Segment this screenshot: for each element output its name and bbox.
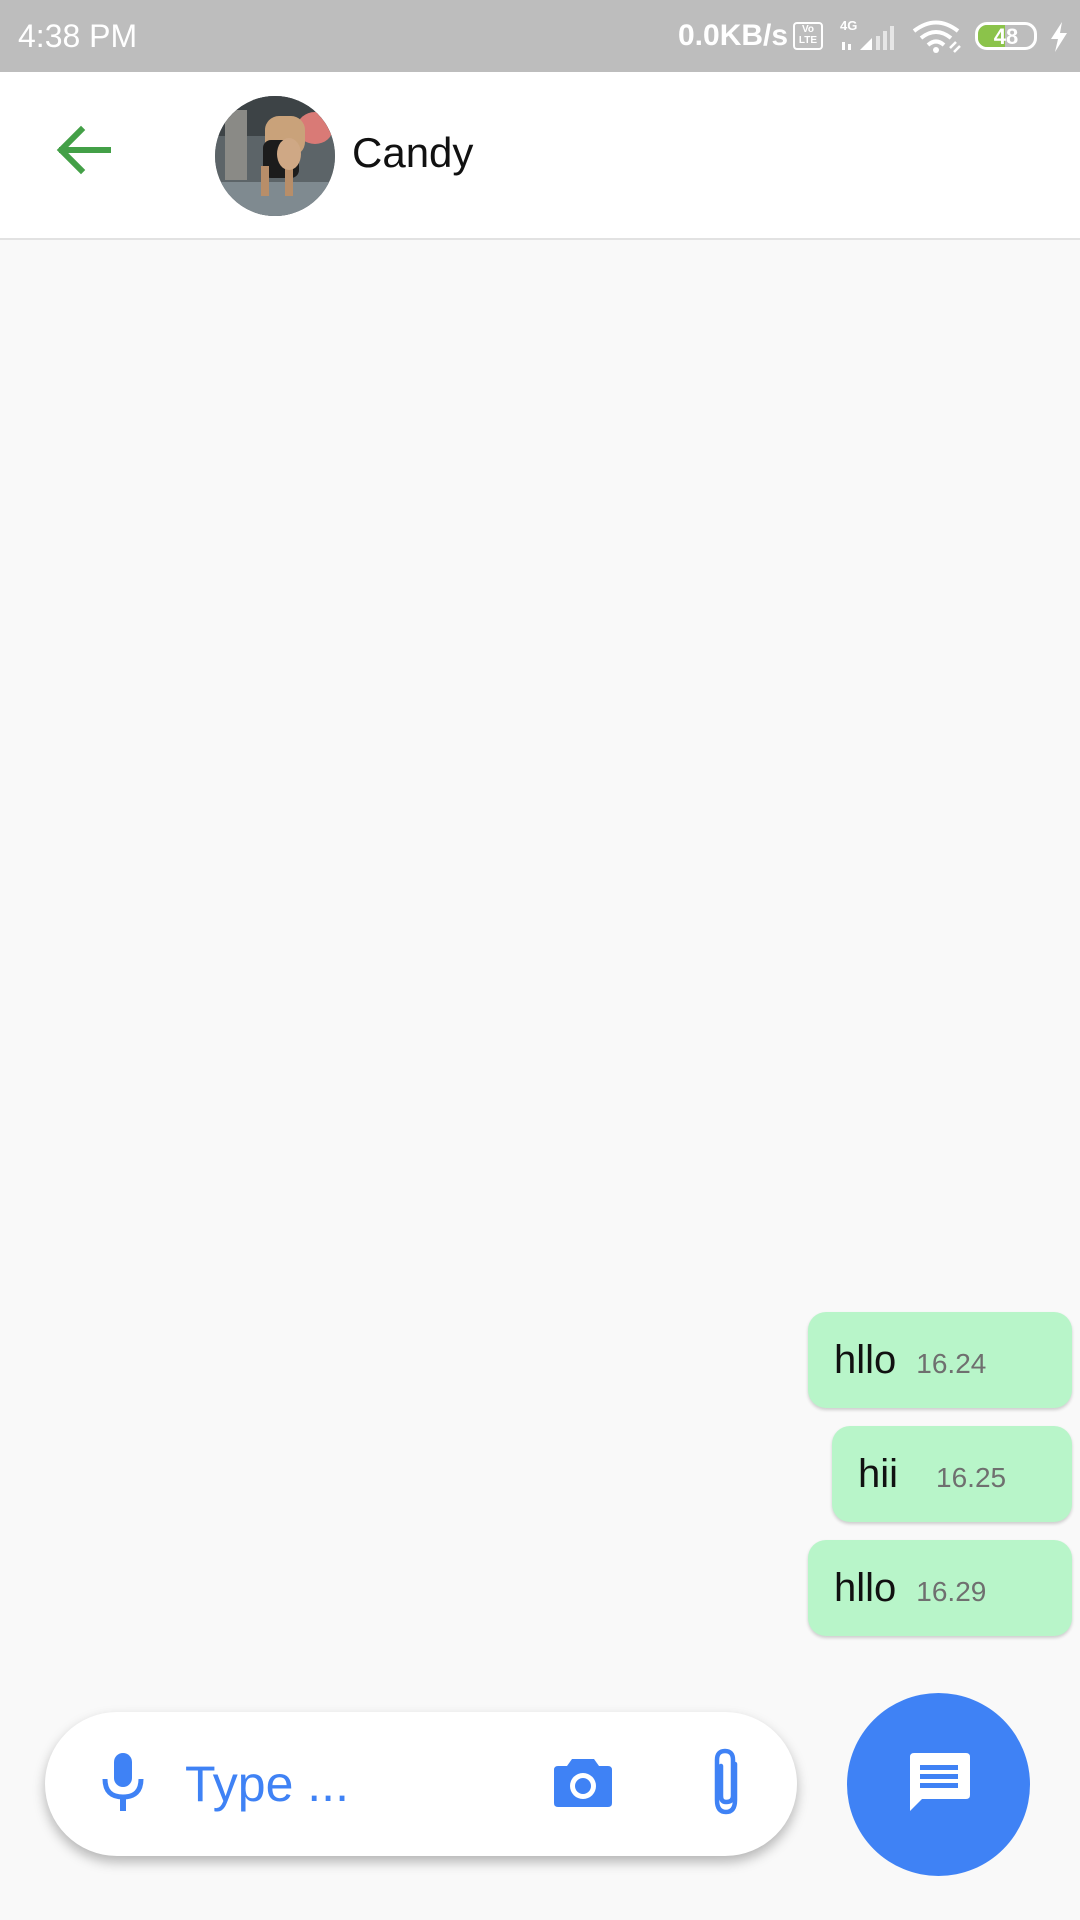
attach-button[interactable] bbox=[691, 1744, 763, 1824]
message-text: hllo bbox=[834, 1337, 897, 1382]
message-composer bbox=[45, 1712, 797, 1856]
message-bubble[interactable]: hllo 16.29 bbox=[808, 1540, 1072, 1636]
battery-level: 48 bbox=[993, 24, 1019, 49]
message-time: 16.25 bbox=[936, 1462, 1007, 1493]
network-speed: 0.0KB/s bbox=[678, 19, 789, 52]
paperclip-icon bbox=[707, 1746, 747, 1823]
chat-header: Candy bbox=[0, 72, 1080, 240]
wifi-icon bbox=[912, 20, 964, 59]
message-time: 16.29 bbox=[916, 1576, 987, 1607]
status-time: 4:38 PM bbox=[18, 18, 138, 54]
message-time: 16.24 bbox=[916, 1348, 987, 1379]
message-bubble[interactable]: hii 16.25 bbox=[832, 1426, 1072, 1522]
microphone-icon bbox=[100, 1751, 146, 1818]
volte-icon: Vo LTE bbox=[793, 22, 823, 50]
status-bar: 4:38 PM 0.0KB/s Vo LTE 4G 48 bbox=[0, 0, 1080, 72]
charging-icon bbox=[1048, 20, 1070, 59]
send-button[interactable] bbox=[847, 1693, 1030, 1876]
message-input[interactable] bbox=[185, 1748, 545, 1820]
message-bubble[interactable]: hllo 16.24 bbox=[808, 1312, 1072, 1408]
avatar[interactable] bbox=[215, 96, 335, 216]
message-icon bbox=[906, 1749, 972, 1820]
camera-button[interactable] bbox=[547, 1748, 619, 1820]
battery-icon: 48 bbox=[975, 22, 1037, 50]
avatar-photo bbox=[215, 96, 335, 216]
message-list: hllo 16.24 hii 16.25 hllo 16.29 bbox=[0, 1300, 1080, 1650]
message-text: hii bbox=[858, 1451, 899, 1496]
signal-icon bbox=[838, 22, 900, 59]
mic-button[interactable] bbox=[87, 1748, 159, 1820]
message-text: hllo bbox=[834, 1565, 897, 1610]
arrow-left-icon bbox=[56, 125, 112, 180]
contact-name[interactable]: Candy bbox=[352, 127, 473, 179]
camera-icon bbox=[552, 1755, 614, 1814]
back-button[interactable] bbox=[44, 112, 124, 192]
